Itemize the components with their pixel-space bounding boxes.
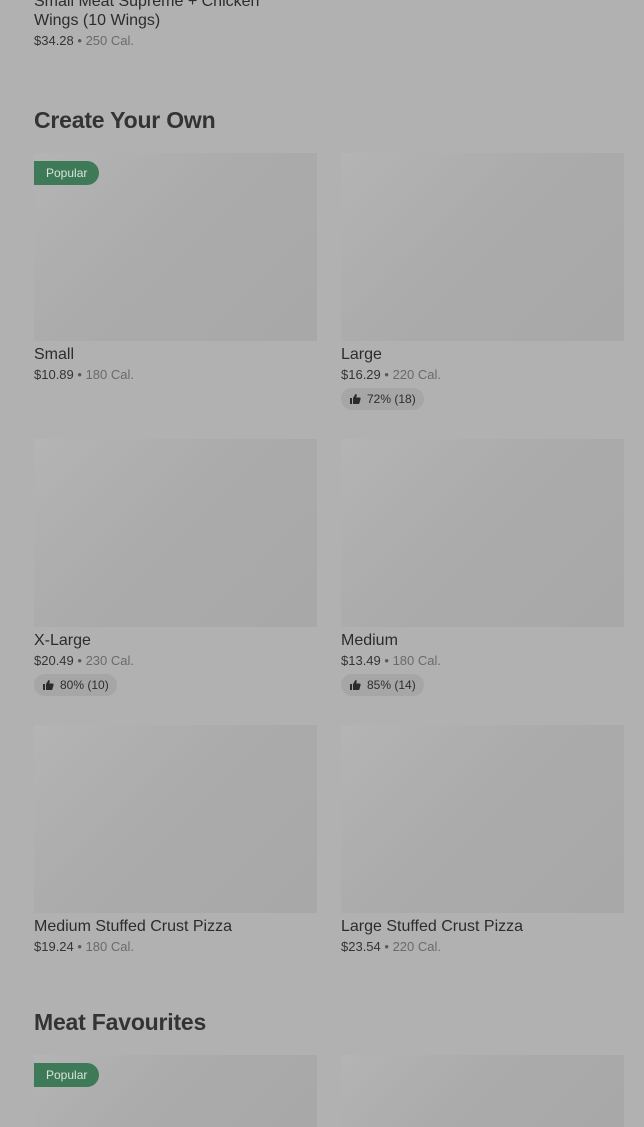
item-image: Popular [34, 1055, 317, 1127]
thumbs-up-icon [350, 394, 361, 404]
menu-item-card[interactable]: Large $16.29 • 220 Cal. 72% (18) [341, 153, 624, 439]
meta-separator: • [384, 653, 389, 668]
item-meta: $20.49 • 230 Cal. [34, 653, 317, 669]
item-image [341, 1055, 624, 1127]
item-price: $23.54 [341, 939, 381, 954]
item-title: Medium Stuffed Crust Pizza [34, 918, 233, 935]
menu-item-card[interactable]: Medium $13.49 • 180 Cal. 85% (14) [341, 439, 624, 725]
meat-favourites-grid: Popular [34, 1055, 624, 1127]
item-price: $20.49 [34, 653, 74, 668]
item-calories: 220 Cal. [392, 367, 441, 382]
item-meta: $13.49 • 180 Cal. [341, 653, 624, 669]
item-meta: $10.89 • 180 Cal. [34, 367, 317, 383]
create-your-own-grid: Popular Small $10.89 • 180 Cal. Large $1… [34, 153, 624, 1011]
meta-separator: • [77, 939, 82, 954]
item-image [34, 439, 317, 627]
thumbs-up-icon [43, 680, 54, 690]
thumbs-up-icon [350, 680, 361, 690]
menu-page: Small Meat Supreme + Chicken Wings (10 W… [0, 0, 644, 1127]
meta-separator: • [384, 367, 389, 382]
item-title: Small Meat Supreme + Chicken Wings (10 W… [34, 0, 260, 29]
item-price: $13.49 [341, 653, 381, 668]
rating-text: 85% (14) [367, 678, 416, 692]
item-price: $19.24 [34, 939, 74, 954]
item-image [341, 153, 624, 341]
item-image [341, 725, 624, 913]
menu-item-card[interactable]: Small Meat Supreme + Chicken Wings (10 W… [34, 0, 304, 49]
item-calories: 220 Cal. [392, 939, 441, 954]
item-title: Medium [341, 632, 398, 649]
rating-badge: 72% (18) [341, 388, 424, 410]
meta-separator: • [384, 939, 389, 954]
section-heading-create-your-own: Create Your Own [34, 107, 216, 133]
item-calories: 230 Cal. [85, 653, 134, 668]
item-image [341, 439, 624, 627]
item-image [34, 725, 317, 913]
item-calories: 180 Cal. [392, 653, 441, 668]
menu-item-card[interactable]: Popular Small $10.89 • 180 Cal. [34, 153, 317, 439]
rating-text: 80% (10) [60, 678, 109, 692]
meta-separator: • [77, 33, 82, 48]
menu-item-card[interactable]: Popular [34, 1055, 317, 1127]
meta-separator: • [77, 653, 82, 668]
item-price: $16.29 [341, 367, 381, 382]
menu-item-card[interactable]: Medium Stuffed Crust Pizza $19.24 • 180 … [34, 725, 317, 1011]
item-price: $10.89 [34, 367, 74, 382]
rating-text: 72% (18) [367, 392, 416, 406]
item-calories: 250 Cal. [85, 33, 134, 48]
meta-separator: • [77, 367, 82, 382]
item-title: Large [341, 346, 382, 363]
item-meta: $23.54 • 220 Cal. [341, 939, 624, 955]
item-price: $34.28 [34, 33, 74, 48]
item-title: Small [34, 346, 75, 363]
menu-item-card[interactable]: Large Stuffed Crust Pizza $23.54 • 220 C… [341, 725, 624, 1011]
item-meta: $34.28 • 250 Cal. [34, 33, 304, 49]
popular-badge: Popular [34, 161, 100, 185]
rating-badge: 80% (10) [34, 674, 117, 696]
item-meta: $19.24 • 180 Cal. [34, 939, 317, 955]
item-calories: 180 Cal. [85, 367, 134, 382]
section-heading-meat-favourites: Meat Favourites [34, 1009, 207, 1035]
rating-badge: 85% (14) [341, 674, 424, 696]
item-meta: $16.29 • 220 Cal. [341, 367, 624, 383]
popular-badge: Popular [34, 1063, 100, 1087]
menu-item-card[interactable] [341, 1055, 624, 1127]
menu-item-card[interactable]: X-Large $20.49 • 230 Cal. 80% (10) [34, 439, 317, 725]
item-image: Popular [34, 153, 317, 341]
item-title: Large Stuffed Crust Pizza [341, 918, 524, 935]
item-calories: 180 Cal. [85, 939, 134, 954]
item-title: X-Large [34, 632, 91, 649]
